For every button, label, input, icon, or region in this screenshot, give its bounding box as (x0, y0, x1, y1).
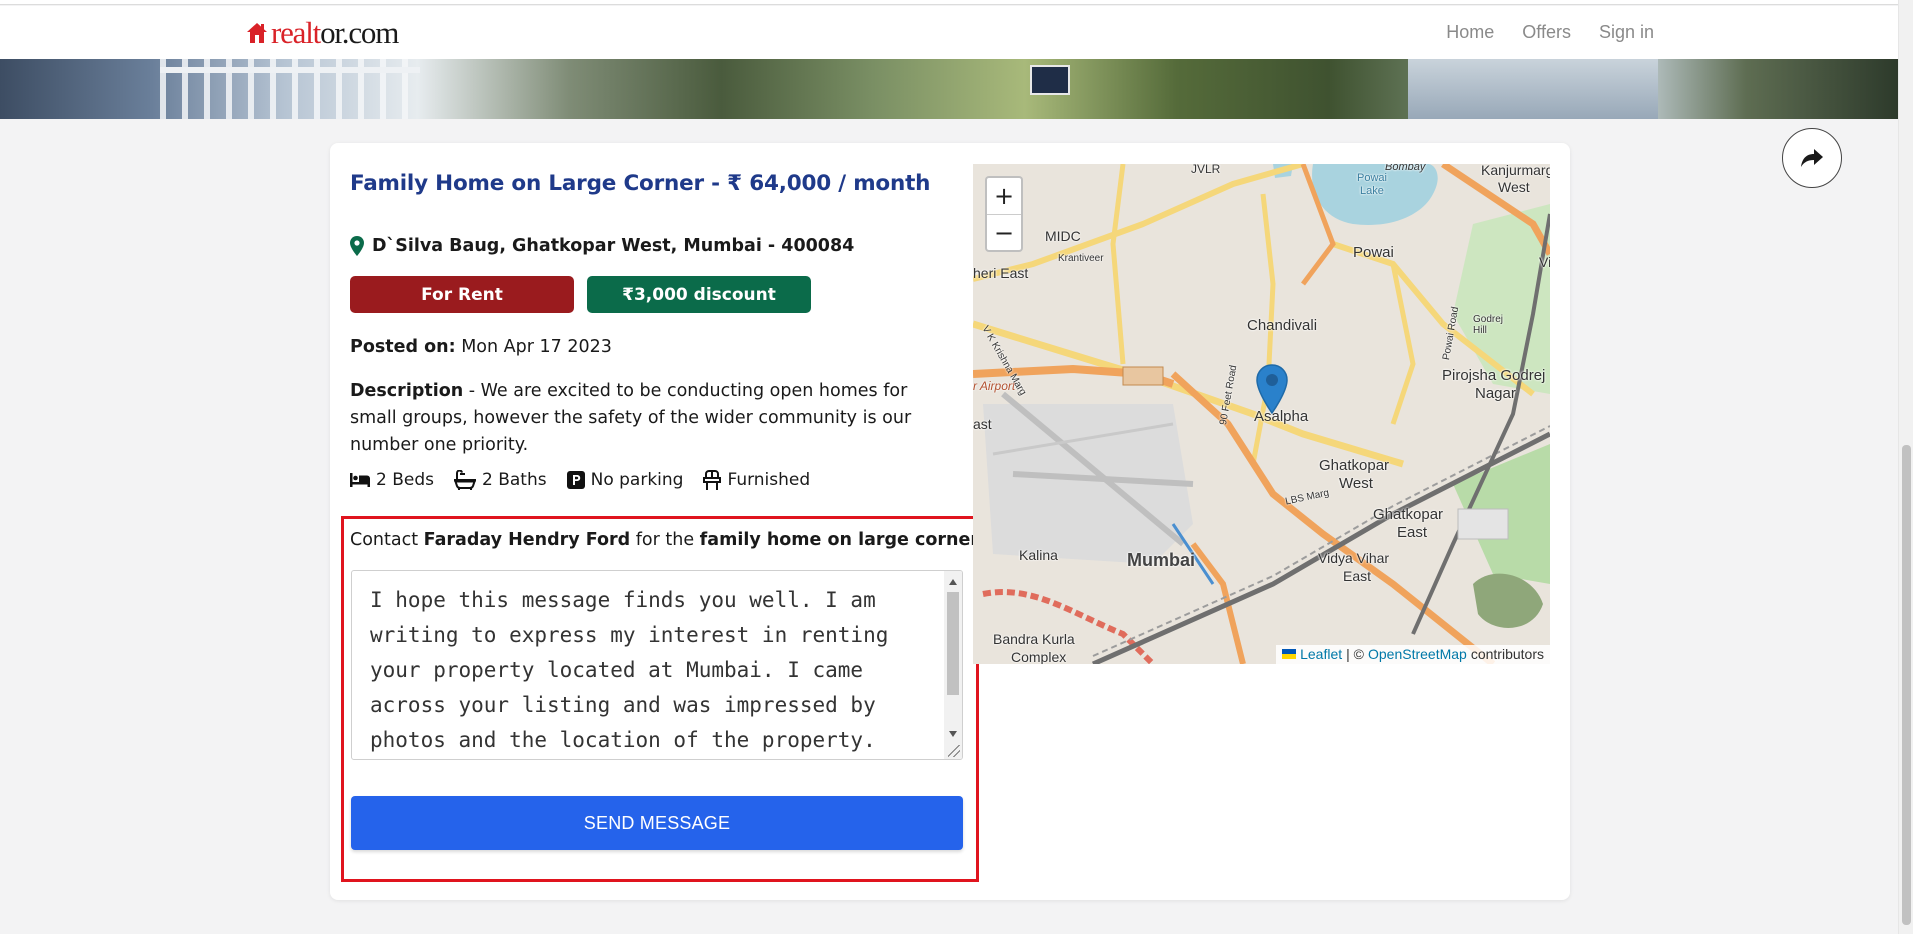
site-logo[interactable]: realt or.com (246, 15, 399, 50)
feature-beds: 2 Beds (350, 470, 434, 490)
house-logo-icon (247, 23, 267, 43)
map-label-powai: Powai (1353, 244, 1394, 261)
map-label-kanjurmarg-west: West (1498, 179, 1530, 195)
feature-parking-label: No parking (590, 470, 684, 490)
hero-sign (1030, 65, 1070, 95)
feature-baths-label: 2 Baths (482, 470, 547, 490)
hero-image (0, 59, 1898, 119)
address-text: D`Silva Baug, Ghatkopar West, Mumbai - 4… (372, 236, 855, 256)
page-scrollbar-thumb[interactable] (1902, 445, 1911, 925)
for-rent-badge: For Rent (350, 276, 574, 313)
posted-label: Posted on: (350, 337, 456, 357)
leaflet-link[interactable]: Leaflet (1300, 646, 1342, 662)
logo-text-red: realt (271, 15, 321, 50)
feature-beds-label: 2 Beds (376, 470, 434, 490)
main-nav: Home Offers Sign in (1446, 22, 1654, 43)
share-icon (1801, 149, 1823, 167)
map-label-ghatkopar-east: Ghatkopar (1373, 506, 1444, 523)
furnished-icon (703, 470, 722, 490)
zoom-in-button[interactable]: + (987, 178, 1021, 214)
map-label-mumbai: Mumbai (1127, 550, 1196, 570)
description-label: Description (350, 381, 464, 401)
contact-form: Contact Faraday Hendry Ford for the fami… (341, 516, 979, 882)
share-button[interactable] (1782, 128, 1842, 188)
nav-offers[interactable]: Offers (1522, 22, 1571, 43)
map-label-vidyavihar-east: East (1343, 568, 1372, 584)
contact-middle: for the (630, 530, 700, 550)
parking-icon (566, 471, 585, 489)
top-border (0, 0, 1898, 5)
map-label-powai-lake: Powai (1357, 172, 1387, 184)
map-label-kalina: Kalina (1019, 547, 1058, 563)
hero-fence-rail (160, 67, 420, 73)
map-marker-icon[interactable] (1256, 364, 1288, 414)
map-label-pirojsha: Pirojsha Godrej (1442, 367, 1546, 384)
bed-icon (350, 473, 370, 487)
feature-parking: No parking (566, 470, 684, 490)
message-scrollbar-thumb[interactable] (947, 592, 959, 695)
map-label-lake: Lake (1360, 185, 1384, 197)
map-label-ghatkopar-east-2: East (1397, 524, 1428, 541)
logo-text-dark: or.com (320, 15, 399, 50)
map-label-nagar: Nagar (1475, 385, 1516, 402)
contact-heading: Contact Faraday Hendry Ford for the fami… (350, 530, 979, 550)
listing-title: Family Home on Large Corner - ₹ 64,000 /… (350, 171, 931, 196)
listing-card: Family Home on Large Corner - ₹ 64,000 /… (330, 143, 1570, 900)
features-list: 2 Beds 2 Baths No parking Furnished (350, 470, 810, 490)
message-textarea[interactable]: I hope this message finds you well. I am… (352, 571, 944, 759)
page-scrollbar[interactable] (1898, 0, 1913, 934)
send-message-button[interactable]: SEND MESSAGE (351, 796, 963, 850)
map-label-bkc: Bandra Kurla (993, 631, 1075, 647)
contact-prefix: Contact (350, 530, 424, 550)
bath-icon (454, 470, 476, 490)
contact-owner: Faraday Hendry Ford (423, 530, 631, 550)
ukraine-flag-icon (1282, 649, 1297, 659)
map-attribution: Leaflet | © OpenStreetMap contributors (1276, 645, 1550, 664)
map-label-vidyavihar: Vidya Vihar (1318, 550, 1390, 566)
feature-furnished: Furnished (703, 470, 810, 490)
scroll-up-arrow-icon[interactable] (949, 579, 957, 585)
listing-badges: For Rent ₹3,000 discount (350, 276, 811, 313)
zoom-out-button[interactable]: − (987, 214, 1021, 250)
nav-sign-in[interactable]: Sign in (1599, 22, 1654, 43)
map-pin-icon (350, 236, 364, 256)
description: Description - We are excited to be condu… (350, 378, 950, 459)
attribution-contributors: contributors (1470, 646, 1544, 662)
openstreetmap-link[interactable]: OpenStreetMap (1368, 646, 1467, 662)
map-label-bkc-2: Complex (1011, 649, 1067, 664)
map-label-kanjurmarg: Kanjurmarg (1481, 164, 1550, 178)
scroll-down-arrow-icon[interactable] (949, 731, 957, 737)
discount-badge: ₹3,000 discount (587, 276, 811, 313)
map-label-vi: Vi (1539, 254, 1550, 270)
hero-roof (1408, 59, 1658, 119)
map-label-jvlr: JVLR (1191, 164, 1221, 176)
feature-furnished-label: Furnished (727, 470, 811, 490)
map-label-ast: ast (973, 416, 992, 432)
map-label-bombay: Bombay (1385, 164, 1426, 173)
map-zoom-control: + − (985, 176, 1023, 252)
resize-grip-icon[interactable] (948, 745, 960, 757)
map-label-heri-east: heri East (973, 265, 1029, 281)
map-label-chandivali: Chandivali (1247, 317, 1318, 334)
feature-baths: 2 Baths (454, 470, 547, 490)
map-label-godrej-hill: Godrej Hill (1473, 314, 1504, 336)
location-map[interactable]: JVLR Bombay Kanjurmarg West Powai Lake M… (973, 164, 1550, 664)
site-header: realt or.com Home Offers Sign in (0, 6, 1898, 59)
contact-property: family home on large corner (699, 530, 979, 550)
map-label-ghatkopar-west: Ghatkopar (1319, 457, 1390, 474)
message-box: I hope this message finds you well. I am… (351, 570, 963, 760)
map-label-midc: MIDC (1045, 228, 1081, 244)
posted-date: Mon Apr 17 2023 (461, 337, 612, 357)
listing-address: D`Silva Baug, Ghatkopar West, Mumbai - 4… (350, 236, 854, 256)
map-label-ghatkopar-west-2: West (1339, 475, 1373, 492)
message-scrollbar[interactable] (944, 571, 962, 759)
attribution-separator: | © (1346, 646, 1364, 662)
posted-on: Posted on: Mon Apr 17 2023 (350, 337, 612, 357)
nav-home[interactable]: Home (1446, 22, 1494, 43)
map-label-krantiveer: Krantiveer (1058, 253, 1104, 264)
